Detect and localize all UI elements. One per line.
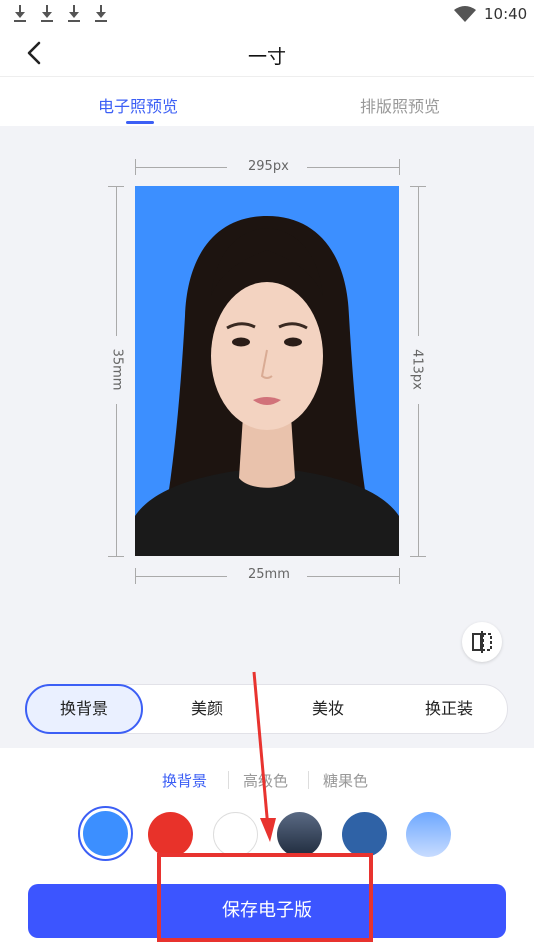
id-photo: [135, 186, 399, 556]
tab-layout-preview[interactable]: 排版照预览: [360, 93, 440, 117]
color-swatch-red[interactable]: [148, 812, 193, 857]
download-icon: [67, 5, 81, 23]
divider: [308, 771, 309, 789]
subtab-candy-colors[interactable]: 糖果色: [323, 770, 368, 791]
divider: [228, 771, 229, 789]
dimension-tick: [108, 556, 124, 557]
dimension-line: [418, 404, 419, 556]
dimension-line: [307, 576, 399, 577]
function-tab-formal-wear[interactable]: 换正装: [390, 685, 508, 733]
color-swatch-light-blue-gradient[interactable]: [406, 812, 451, 857]
tab-indicator: [126, 121, 154, 124]
compare-button[interactable]: [462, 622, 502, 662]
title-bar: 一寸: [0, 30, 534, 77]
color-swatch-blue[interactable]: [83, 811, 128, 856]
wifi-icon: [454, 6, 476, 22]
height-px-label: 413px: [409, 349, 425, 390]
dimension-line: [307, 167, 399, 168]
portrait-image: [135, 216, 399, 556]
width-mm-label: 25mm: [248, 567, 290, 582]
height-mm-label: 35mm: [109, 348, 125, 391]
dimension-line: [116, 186, 117, 336]
dimension-tick: [399, 568, 400, 584]
download-icon: [13, 5, 27, 23]
annotation-highlight-box: [157, 853, 373, 942]
function-tab-change-background[interactable]: 换背景: [25, 684, 143, 734]
compare-icon: [472, 631, 492, 653]
dimension-line: [116, 404, 117, 556]
page-title: 一寸: [247, 46, 286, 68]
tab-electronic-preview[interactable]: 电子照预览: [98, 93, 178, 117]
width-px-label: 295px: [248, 159, 289, 174]
dimension-tick: [399, 159, 400, 175]
status-bar: 10:40: [0, 0, 534, 30]
dimension-line: [135, 576, 227, 577]
dimension-tick: [410, 556, 426, 557]
color-swatch-steel-blue[interactable]: [342, 812, 387, 857]
download-icon: [40, 5, 54, 23]
subtab-change-background[interactable]: 换背景: [162, 770, 207, 791]
dimension-line: [135, 167, 227, 168]
download-icon: [94, 5, 108, 23]
dimension-line: [418, 186, 419, 336]
status-time: 10:40: [484, 5, 528, 23]
annotation-arrow: [252, 671, 276, 842]
